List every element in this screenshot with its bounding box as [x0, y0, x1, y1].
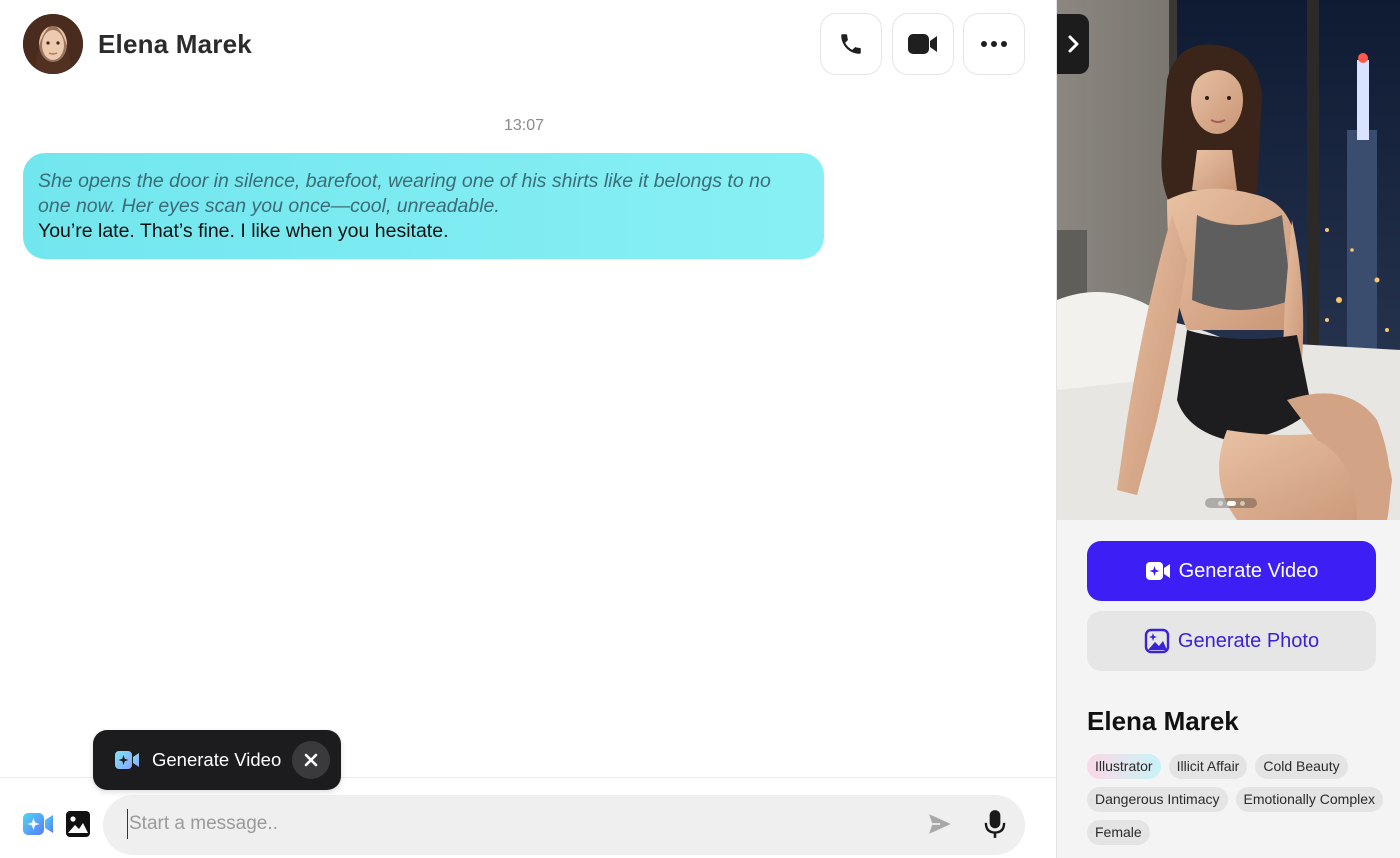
microphone-button[interactable]: [981, 809, 1009, 844]
chat-pane: Elena Marek 13:07 She opens the door in …: [0, 0, 1056, 858]
tag-illicit-affair[interactable]: Illicit Affair: [1168, 754, 1248, 779]
close-popup-button[interactable]: [292, 741, 330, 779]
tag-dangerous-intimacy[interactable]: Dangerous Intimacy: [1087, 787, 1228, 812]
video-sparkle-icon: [1145, 562, 1170, 580]
generate-photo-label: Generate Photo: [1177, 629, 1320, 652]
profile-photo-carousel[interactable]: [1057, 0, 1400, 520]
send-icon: [929, 814, 951, 834]
chat-header: Elena Marek: [0, 0, 1056, 88]
generate-video-button[interactable]: Generate Video: [1087, 541, 1376, 601]
video-sparkle-icon: [23, 813, 53, 835]
tag-illustrator[interactable]: Illustrator: [1087, 754, 1161, 779]
contact-name: Elena Marek: [98, 29, 252, 59]
image-sparkle-icon: [1144, 628, 1170, 654]
tag-cold-beauty[interactable]: Cold Beauty: [1255, 754, 1348, 779]
image-icon: [66, 811, 90, 837]
avatar[interactable]: [23, 14, 83, 74]
close-icon: [304, 753, 318, 767]
message-action-text: She opens the door in silence, barefoot,…: [38, 170, 771, 217]
generate-video-popup[interactable]: Generate Video: [93, 730, 341, 790]
message-text: You’re late. That’s fine. I like when yo…: [38, 220, 449, 242]
tag-emotionally-complex[interactable]: Emotionally Complex: [1235, 787, 1384, 812]
video-call-button[interactable]: [892, 13, 954, 75]
profile-name: Elena Marek: [1087, 706, 1239, 736]
carousel-dot-active[interactable]: [1226, 500, 1236, 506]
composer-video-button[interactable]: [22, 810, 54, 843]
more-horizontal-icon: [981, 41, 1007, 47]
message-input[interactable]: [127, 809, 907, 839]
message-composer: [103, 795, 1025, 855]
profile-tags: Illustrator Illicit Affair Cold Beauty D…: [1087, 754, 1387, 845]
profile-photo: [1057, 0, 1400, 520]
message-bubble: She opens the door in silence, barefoot,…: [23, 153, 824, 259]
tag-female[interactable]: Female: [1087, 820, 1150, 845]
more-options-button[interactable]: [963, 13, 1025, 75]
profile-panel: Generate Video Generate Photo Elena Mare…: [1056, 0, 1400, 858]
generate-photo-button[interactable]: Generate Photo: [1087, 611, 1376, 671]
phone-icon: [841, 34, 861, 54]
send-button[interactable]: [927, 811, 953, 842]
microphone-icon: [984, 810, 1006, 838]
video-camera-icon: [908, 34, 937, 54]
carousel-indicator: [1205, 498, 1257, 508]
carousel-dot[interactable]: [1217, 500, 1223, 506]
composer-image-button[interactable]: [65, 810, 91, 843]
chevron-right-icon: [1068, 35, 1079, 53]
carousel-dot[interactable]: [1239, 500, 1245, 506]
video-sparkle-icon: [115, 751, 139, 769]
avatar-image: [23, 14, 83, 74]
message-timestamp: 13:07: [503, 117, 545, 134]
collapse-panel-button[interactable]: [1057, 14, 1089, 74]
call-button[interactable]: [820, 13, 882, 75]
generate-video-label: Generate Video: [1178, 559, 1319, 582]
generate-video-popup-label: Generate Video: [152, 749, 282, 770]
